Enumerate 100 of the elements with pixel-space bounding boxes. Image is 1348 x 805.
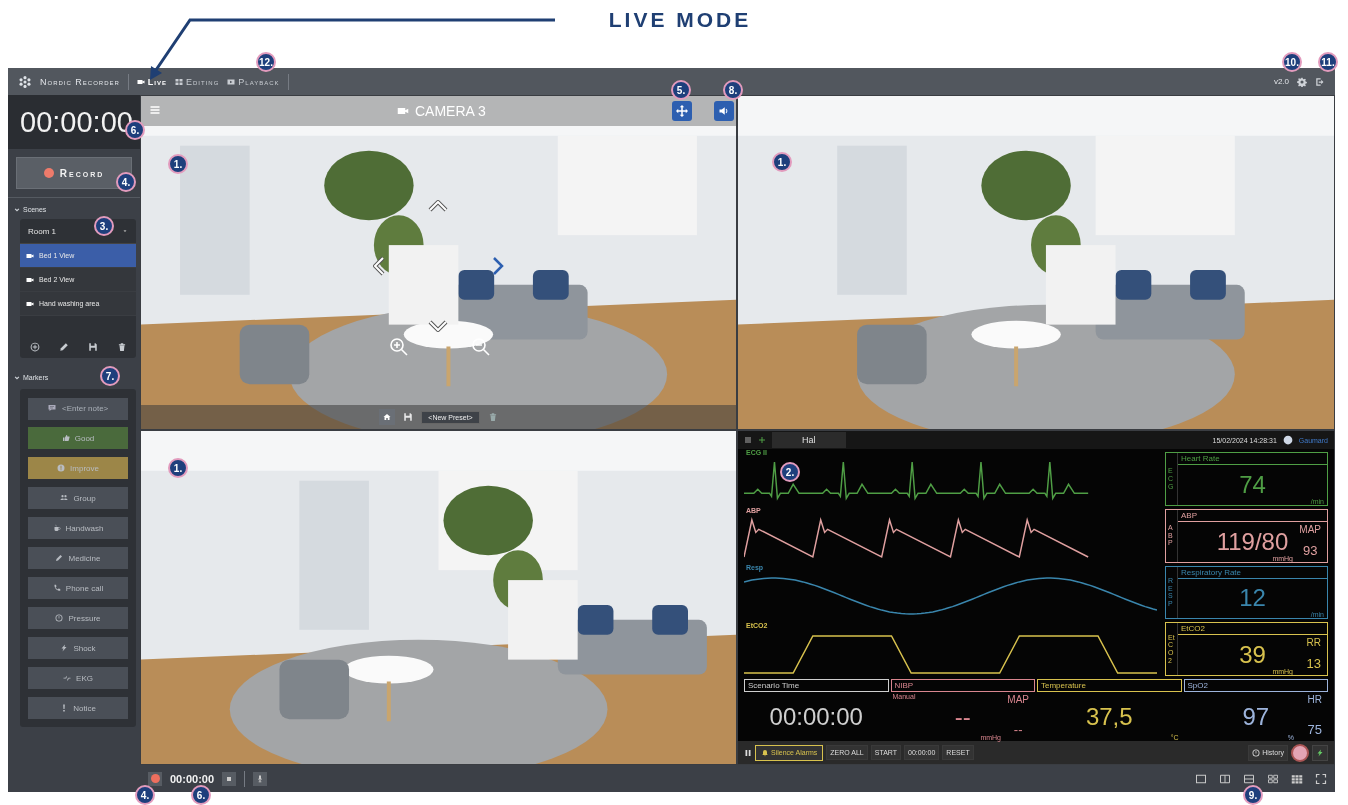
chevron-icon[interactable]	[14, 206, 20, 213]
pulse-icon	[63, 674, 72, 682]
power-button[interactable]	[1312, 744, 1328, 761]
patient-tab[interactable]: Hal	[772, 432, 846, 448]
vital-title: Heart Rate	[1178, 453, 1327, 465]
logout-icon[interactable]	[1315, 76, 1325, 87]
vital-value: 119/80	[1216, 527, 1289, 556]
camera-icon	[26, 275, 34, 284]
pencil-icon[interactable]	[58, 342, 69, 352]
volume-button[interactable]	[714, 101, 734, 121]
avatar[interactable]	[1291, 743, 1309, 762]
vital-value: 12	[1239, 584, 1266, 613]
menu-icon[interactable]	[744, 436, 752, 444]
info-icon	[57, 464, 66, 472]
chevron-down-icon[interactable]	[428, 320, 448, 332]
comment-icon	[48, 404, 56, 412]
home-button[interactable]	[379, 409, 396, 425]
bolt-icon	[1316, 748, 1324, 757]
readout-value: 37,5	[1085, 702, 1133, 731]
marker-button[interactable]: Pressure	[28, 607, 128, 629]
marker-button[interactable]: Phone call	[28, 577, 128, 599]
sub-value: --	[1013, 722, 1023, 737]
bolt-icon	[60, 644, 69, 652]
single-view-icon[interactable]	[1195, 772, 1207, 785]
marker-button[interactable]: Medicine	[28, 547, 128, 569]
camera-icon	[26, 299, 34, 308]
thumbs-up-icon	[61, 434, 70, 442]
mode-tab[interactable]: Editing	[175, 76, 220, 87]
grid-icon	[175, 77, 183, 86]
readout-title: Temperature	[1037, 679, 1182, 692]
sub-label: MAP	[1007, 694, 1029, 705]
cup-icon	[52, 524, 61, 532]
chevron-left-icon[interactable]	[373, 256, 385, 276]
save-icon[interactable]	[87, 342, 98, 352]
callout-badge: 4.	[135, 785, 155, 805]
callout-badge: 6.	[191, 785, 211, 805]
microphone-button[interactable]	[253, 771, 268, 786]
sub-value: 13	[1306, 656, 1321, 671]
caret-icon	[122, 228, 128, 234]
readout-title: Scenario Time	[744, 679, 889, 692]
vital-title: Respiratory Rate	[1178, 566, 1327, 579]
vital-title: ABP	[1178, 509, 1327, 522]
trash-icon[interactable]	[116, 342, 127, 352]
plus-icon[interactable]	[758, 436, 766, 444]
clock-icon	[55, 614, 64, 622]
app-name: Nordic Recorder	[40, 76, 120, 87]
save-icon[interactable]	[403, 412, 414, 422]
grid-icon[interactable]	[1291, 772, 1303, 785]
marker-button[interactable]: EKG	[28, 667, 128, 689]
sub-value: 75	[1307, 722, 1322, 737]
clock-icon	[1252, 748, 1261, 757]
move-button[interactable]	[672, 101, 692, 121]
marker-button[interactable]: Shock	[28, 637, 128, 659]
record-button[interactable]	[148, 771, 162, 786]
split-rows-icon[interactable]	[1243, 772, 1255, 785]
sub-value: 93	[1302, 542, 1318, 558]
timer: 00:00:00	[170, 772, 215, 785]
add-icon[interactable]	[29, 342, 40, 352]
marker-button[interactable]: Group	[28, 487, 128, 509]
move-icon	[676, 105, 688, 117]
sub-label: HR	[1307, 694, 1322, 705]
chevron-up-icon[interactable]	[428, 200, 448, 212]
fullscreen-icon[interactable]	[1315, 772, 1327, 785]
callout-badge: 9.	[1243, 785, 1263, 805]
phone-icon	[52, 584, 61, 592]
readout-value: 97	[1242, 702, 1270, 731]
camera-title: CAMERA 3	[415, 103, 486, 119]
readout-title: SpO2	[1183, 679, 1328, 692]
mode-tab[interactable]: Playback	[227, 76, 280, 87]
marker-button[interactable]: Handwash	[28, 517, 128, 539]
pencil-icon	[55, 554, 64, 562]
microphone-icon	[256, 774, 265, 783]
readout-value: 00:00:00	[769, 702, 863, 731]
callout-badge: 12.	[256, 52, 276, 72]
camera-icon	[26, 251, 34, 260]
group-icon	[60, 494, 69, 502]
home-icon	[383, 413, 392, 421]
chevron-icon[interactable]	[14, 374, 20, 381]
stop-icon	[225, 774, 234, 783]
logo-icon	[1282, 435, 1293, 445]
split-columns-icon[interactable]	[1219, 772, 1231, 785]
marker-button[interactable]: Good	[28, 427, 128, 449]
chevron-right-icon[interactable]	[492, 256, 504, 276]
bell-icon	[761, 748, 769, 757]
readout-value: --	[954, 702, 971, 731]
settings-icon[interactable]	[1297, 76, 1307, 87]
logo-icon	[18, 74, 32, 89]
camera-icon	[136, 77, 145, 86]
note-field[interactable]: <Enter note>	[28, 397, 128, 420]
pause-icon[interactable]	[744, 748, 752, 757]
grid-icon[interactable]	[1267, 772, 1279, 785]
play-icon	[227, 77, 236, 86]
marker-button[interactable]: Notice	[28, 697, 128, 719]
vital-value: 39	[1239, 641, 1266, 670]
sub-label: RR	[1306, 637, 1321, 649]
mode-tab[interactable]: Live	[136, 76, 167, 87]
speaker-icon	[718, 105, 730, 117]
vital-title: EtCO2	[1178, 623, 1327, 636]
stop-button[interactable]	[222, 771, 237, 786]
sub-label: MAP	[1299, 523, 1321, 535]
